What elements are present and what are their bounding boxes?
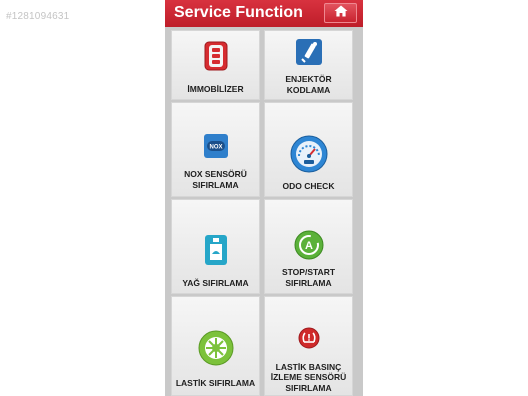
image-id-watermark: #1281094631: [6, 11, 70, 22]
svg-text:A: A: [305, 240, 313, 252]
nox-sensor-icon: NOX: [203, 133, 229, 159]
service-function-screen: Service Function İMMOBİLİZER ENJEKTÖR KO…: [165, 0, 363, 396]
tile-tpms-reset[interactable]: LASTİK BASINÇ İZLEME SENSÖRÜ SIFIRLAMA: [264, 296, 353, 396]
oil-can-icon: [204, 234, 228, 266]
tile-immobilizer[interactable]: İMMOBİLİZER: [171, 30, 260, 100]
tire-icon: [198, 330, 234, 366]
tile-label: NOX SENSÖRÜ SIFIRLAMA: [184, 169, 247, 190]
tile-nox-sensor-reset[interactable]: NOX NOX SENSÖRÜ SIFIRLAMA: [171, 102, 260, 197]
tile-oil-reset[interactable]: YAĞ SIFIRLAMA: [171, 199, 260, 294]
immobilizer-key-icon: [204, 41, 228, 71]
tile-odo-check[interactable]: ODO CHECK: [264, 102, 353, 197]
tile-label: ENJEKTÖR KODLAMA: [285, 74, 332, 95]
odometer-gauge-icon: [290, 135, 328, 173]
tire-pressure-icon: [298, 327, 320, 349]
tile-label: LASTİK BASINÇ İZLEME SENSÖRÜ SIFIRLAMA: [270, 361, 347, 393]
title-bar: Service Function: [165, 0, 363, 27]
home-icon: [334, 4, 348, 22]
tile-label: YAĞ SIFIRLAMA: [182, 278, 249, 288]
home-button[interactable]: [324, 3, 357, 23]
svg-text:NOX: NOX: [209, 145, 222, 151]
page-title: Service Function: [174, 4, 303, 21]
injector-icon: [295, 38, 323, 66]
tile-label: LASTİK SIFIRLAMA: [175, 378, 256, 388]
tile-injector-coding[interactable]: ENJEKTÖR KODLAMA: [264, 30, 353, 100]
auto-start-stop-icon: A: [294, 230, 324, 260]
tile-stop-start-reset[interactable]: A STOP/START SIFIRLAMA: [264, 199, 353, 294]
tile-label: İMMOBİLİZER: [187, 84, 244, 94]
tile-label: ODO CHECK: [282, 181, 335, 191]
tile-tire-reset[interactable]: LASTİK SIFIRLAMA: [171, 296, 260, 396]
tile-label: STOP/START SIFIRLAMA: [281, 267, 336, 288]
